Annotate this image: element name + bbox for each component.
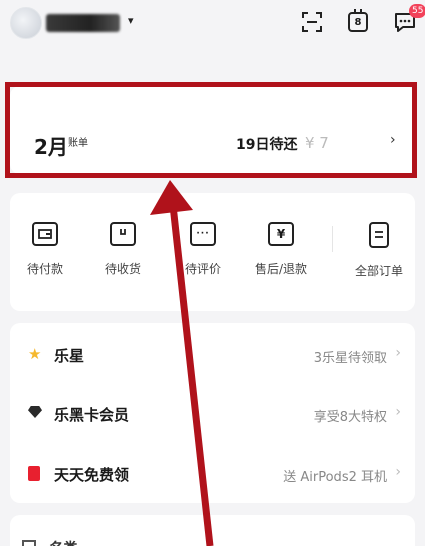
order-label: 待收货 bbox=[104, 262, 141, 276]
account-switch-caret-icon[interactable]: ▾ bbox=[128, 14, 134, 27]
bill-amount-blurred: ¥ 7 bbox=[305, 134, 329, 152]
row-lexing[interactable]: ★ 乐星 3乐星待领取 › bbox=[10, 326, 415, 384]
row-title: 天天免费领 bbox=[54, 466, 130, 484]
star-icon: ★ bbox=[28, 345, 42, 363]
bill-due-date: 19日待还 bbox=[236, 137, 298, 153]
diamond-icon bbox=[28, 406, 42, 420]
bill-label: 账单 bbox=[68, 138, 88, 149]
order-list-icon bbox=[369, 222, 389, 248]
orders-divider bbox=[332, 226, 333, 252]
calendar-button[interactable]: 8 bbox=[346, 9, 370, 34]
order-label: 待付款 bbox=[26, 262, 63, 276]
user-avatar[interactable] bbox=[10, 7, 42, 39]
chevron-right-icon: › bbox=[395, 345, 401, 361]
category-icon bbox=[22, 540, 36, 546]
order-refund[interactable]: ¥ 售后/退款 bbox=[246, 222, 316, 277]
row-title: 乐黑卡会员 bbox=[54, 406, 130, 424]
top-header: ▾ 8 55 bbox=[0, 0, 425, 46]
gift-icon bbox=[28, 466, 42, 481]
order-pending-receipt[interactable]: 待收货 bbox=[88, 222, 158, 277]
comment-icon: ··· bbox=[190, 222, 216, 246]
bill-month: 2月 bbox=[34, 135, 68, 159]
package-icon bbox=[110, 222, 136, 246]
chevron-right-icon: › bbox=[395, 404, 401, 420]
annotation-highlight-box bbox=[5, 82, 417, 178]
order-label: 全部订单 bbox=[354, 264, 403, 278]
order-all[interactable]: 全部订单 bbox=[344, 222, 414, 279]
order-label: 待评价 bbox=[184, 262, 221, 276]
row-value: 3乐星待领取 bbox=[313, 351, 387, 366]
row-value: 享受8大特权 bbox=[313, 410, 387, 425]
scan-button[interactable] bbox=[300, 10, 324, 34]
chevron-right-icon: › bbox=[395, 464, 401, 480]
row-black-card[interactable]: 乐黑卡会员 享受8大特权 › bbox=[10, 385, 415, 443]
username-blurred[interactable] bbox=[46, 14, 120, 32]
message-count-badge: 55 bbox=[409, 4, 425, 18]
row-value: 送 AirPods2 耳机 bbox=[283, 470, 387, 485]
calendar-day: 8 bbox=[354, 16, 362, 28]
calendar-icon: 8 bbox=[348, 9, 368, 32]
row-title: 乐星 bbox=[54, 347, 85, 365]
order-pending-review[interactable]: ··· 待评价 bbox=[168, 222, 238, 277]
order-pending-payment[interactable]: 待付款 bbox=[10, 222, 80, 277]
order-label: 售后/退款 bbox=[254, 262, 308, 276]
bill-chevron-icon[interactable]: › bbox=[390, 132, 396, 148]
row-free-gift[interactable]: 天天免费领 送 AirPods2 耳机 › bbox=[10, 445, 415, 503]
wallet-icon bbox=[32, 222, 58, 246]
scan-icon bbox=[302, 12, 322, 32]
refund-icon: ¥ bbox=[268, 222, 294, 246]
bottom-item-title[interactable]: ·名类 bbox=[44, 538, 77, 546]
